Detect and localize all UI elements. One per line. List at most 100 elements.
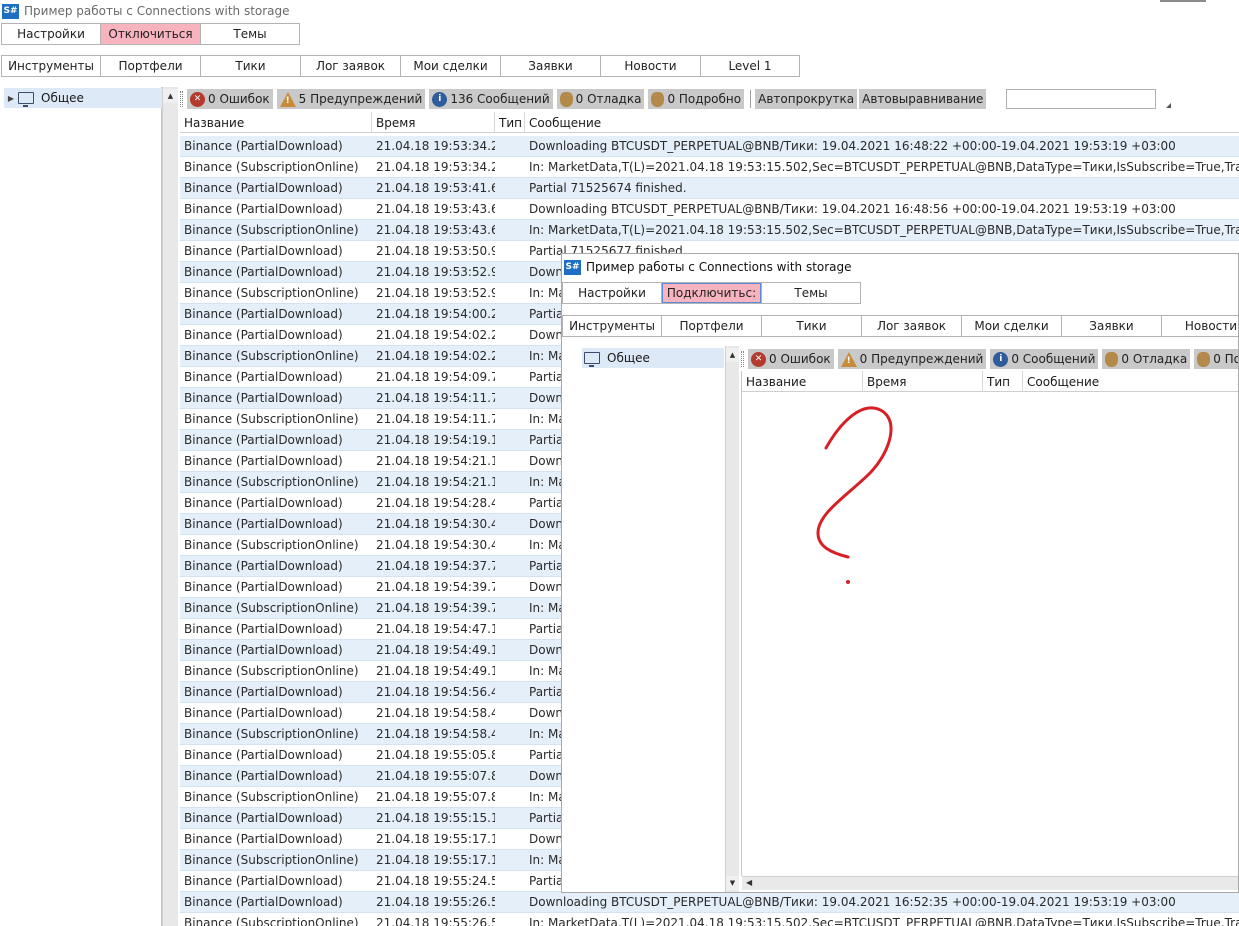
main-nav-toolbar: Инструменты Портфели Тики Лог заявок Мои… — [1, 55, 800, 77]
table-row[interactable]: Binance (SubscriptionOnline) 21.04.18 19:… — [180, 913, 1239, 926]
my-trades-button[interactable]: Мои сделки — [961, 315, 1062, 337]
order-log-button[interactable]: Лог заявок — [300, 55, 401, 77]
themes-button[interactable]: Темы — [761, 282, 861, 304]
column-header-name[interactable]: Название — [180, 112, 372, 133]
cell-time: 21.04.18 19:55:07.835 — [376, 769, 495, 783]
tree-scrollbar[interactable]: ▲ ▼ — [725, 346, 739, 892]
cell-time: 21.04.18 19:53:52.962 — [376, 265, 495, 279]
orders-button[interactable]: Заявки — [1061, 315, 1162, 337]
cell-time: 21.04.18 19:54:19.117 — [376, 433, 495, 447]
scroll-up-arrow-icon[interactable]: ▲ — [163, 89, 178, 103]
scroll-down-arrow-icon[interactable]: ▼ — [726, 876, 739, 890]
messages-filter-button[interactable]: i 136 Сообщений — [429, 89, 553, 109]
verbose-filter-button[interactable]: 0 Подробно — [648, 89, 745, 109]
verbose-filter-label: 0 Подробно — [1213, 352, 1238, 366]
messages-filter-button[interactable]: i 0 Сообщений — [990, 349, 1099, 369]
warnings-filter-button[interactable]: ! 0 Предупреждений — [837, 349, 987, 369]
tree-scrollbar[interactable]: ▲ — [162, 87, 178, 926]
monitor-icon — [18, 92, 34, 107]
cell-name: Binance (SubscriptionOnline) — [184, 853, 359, 867]
cell-name: Binance (PartialDownload) — [184, 391, 343, 405]
portfolios-button[interactable]: Портфели — [661, 315, 762, 337]
column-header-type[interactable]: Тип — [495, 112, 525, 133]
monitor-icon — [584, 352, 600, 367]
cell-name: Binance (PartialDownload) — [184, 370, 343, 384]
column-header-message[interactable]: Сообщение — [525, 112, 1239, 133]
scroll-up-arrow-icon[interactable]: ▲ — [726, 348, 739, 362]
debug-filter-button[interactable]: 0 Отладка — [556, 89, 645, 109]
connect-button[interactable]: Подключитьс: — [661, 282, 762, 304]
my-trades-button[interactable]: Мои сделки — [400, 55, 501, 77]
cell-type — [495, 577, 525, 597]
cell-time: 21.04.18 19:54:00.291 — [376, 307, 495, 321]
cell-name: Binance (PartialDownload) — [184, 622, 343, 636]
cell-type — [495, 178, 525, 198]
errors-filter-button[interactable]: ✕ 0 Ошибок — [748, 349, 834, 369]
tree-item-general[interactable]: Общее — [582, 348, 724, 368]
orders-button[interactable]: Заявки — [500, 55, 601, 77]
log-grid-horizontal-scrollbar[interactable]: ◀ — [742, 876, 1238, 890]
table-row[interactable]: Binance (SubscriptionOnline) 21.04.18 19:… — [180, 220, 1239, 241]
scroll-left-arrow-icon[interactable]: ◀ — [746, 878, 752, 887]
disconnect-button[interactable]: Отключиться — [100, 23, 201, 45]
debug-filter-button[interactable]: 0 Отладка — [1102, 349, 1191, 369]
cell-time: 21.04.18 19:54:39.786 — [376, 601, 495, 615]
verbose-filter-button[interactable]: 0 Подробно — [1194, 349, 1238, 369]
cell-name: Binance (PartialDownload) — [184, 811, 343, 825]
column-header-time[interactable]: Время — [863, 371, 983, 392]
cell-message: Downloading BTCUSDT_PERPETUAL@BNB/Тики: … — [529, 895, 1176, 909]
cell-time: 21.04.18 19:54:56.464 — [376, 685, 495, 699]
cell-name: Binance (PartialDownload) — [184, 307, 343, 321]
cell-type — [495, 724, 525, 744]
cell-name: Binance (PartialDownload) — [184, 265, 343, 279]
instruments-button[interactable]: Инструменты — [1, 55, 101, 77]
cell-time: 21.04.18 19:54:21.117 — [376, 475, 495, 489]
table-row[interactable]: Binance (PartialDownload) 21.04.18 19:53:… — [180, 199, 1239, 220]
cell-time: 21.04.18 19:54:02.291 — [376, 328, 495, 342]
errors-filter-button[interactable]: ✕ 0 Ошибок — [187, 89, 273, 109]
cell-type — [495, 262, 525, 282]
ticks-button[interactable]: Тики — [761, 315, 862, 337]
cell-type — [495, 745, 525, 765]
cell-time: 21.04.18 19:53:34.297 — [376, 160, 495, 174]
autoalign-button[interactable]: Автовыравнивание — [859, 89, 987, 109]
news-button[interactable]: Новости — [1161, 315, 1238, 337]
cell-type — [495, 619, 525, 639]
column-header-message[interactable]: Сообщение — [1023, 371, 1238, 392]
column-header-type[interactable]: Тип — [983, 371, 1023, 392]
table-row[interactable]: Binance (SubscriptionOnline) 21.04.18 19:… — [180, 157, 1239, 178]
tree-item-general[interactable]: ▶ Общее — [4, 88, 162, 108]
bug-icon — [559, 91, 573, 107]
cell-type — [495, 787, 525, 807]
warnings-filter-button[interactable]: ! 5 Предупреждений — [276, 89, 426, 109]
news-button[interactable]: Новости — [600, 55, 701, 77]
cell-time: 21.04.18 19:53:34.297 — [376, 139, 495, 153]
portfolios-button[interactable]: Портфели — [100, 55, 201, 77]
error-icon: ✕ — [751, 351, 766, 367]
table-row[interactable]: Binance (PartialDownload) 21.04.18 19:55:… — [180, 892, 1239, 913]
level1-button[interactable]: Level 1 — [700, 55, 800, 77]
cell-type — [495, 325, 525, 345]
themes-button[interactable]: Темы — [200, 23, 300, 45]
cell-time: 21.04.18 19:53:43.666 — [376, 202, 495, 216]
instruments-button[interactable]: Инструменты — [562, 315, 662, 337]
cell-time: 21.04.18 19:55:15.140 — [376, 811, 495, 825]
expand-arrow-icon[interactable]: ▶ — [4, 94, 18, 103]
cell-name: Binance (PartialDownload) — [184, 895, 343, 909]
log-search-input[interactable] — [1006, 89, 1157, 109]
settings-button[interactable]: Настройки — [1, 23, 101, 45]
column-header-name[interactable]: Название — [742, 371, 863, 392]
cell-name: Binance (SubscriptionOnline) — [184, 601, 359, 615]
table-row[interactable]: Binance (PartialDownload) 21.04.18 19:53:… — [180, 178, 1239, 199]
settings-button[interactable]: Настройки — [562, 282, 662, 304]
autoscroll-button[interactable]: Автопрокрутка — [755, 89, 858, 109]
main-filter-bar: ✕ 0 Ошибок ! 5 Предупреждений i 136 Сооб… — [180, 88, 1172, 110]
ticks-button[interactable]: Тики — [200, 55, 301, 77]
bug-icon — [1197, 351, 1211, 367]
cell-time: 21.04.18 19:54:30.473 — [376, 538, 495, 552]
order-log-button[interactable]: Лог заявок — [861, 315, 962, 337]
column-header-time[interactable]: Время — [372, 112, 495, 133]
cell-type — [495, 829, 525, 849]
cell-type — [495, 430, 525, 450]
table-row[interactable]: Binance (PartialDownload) 21.04.18 19:53:… — [180, 136, 1239, 157]
